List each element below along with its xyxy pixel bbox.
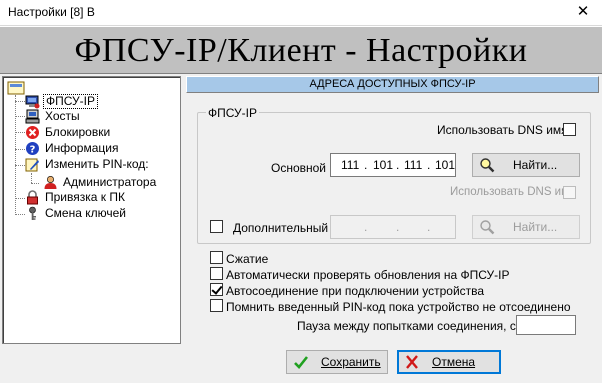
tree-connector [31,183,39,184]
ip-dot: . [396,158,400,172]
tree-connector [15,116,25,117]
auto-connect-label: Автосоединение при подключении устройств… [226,284,485,298]
tree-item-label: Администратора [63,175,157,189]
save-button-label: Сохранить [321,355,381,369]
magnifier-icon [480,158,495,173]
secondary-label: Дополнительный [233,221,329,235]
ip-dot: . [427,220,431,234]
ip-octet: 101 [373,158,394,172]
group-title: ФПСУ-IP [206,106,259,120]
key-icon [29,206,36,220]
panel-header: АДРЕСА ДОСТУПНЫХ ФПСУ-IP [186,76,599,93]
tree-item-label: Информация [45,141,119,155]
tree-connector [31,173,32,183]
settings-tree[interactable]: ФПСУ-IP Хосты Блокировки ? Информация Из… [2,76,181,344]
tree-connector [15,132,25,133]
compression-label: Сжатие [226,252,269,266]
pause-label: Пауза между попытками соединения, сек [297,319,528,333]
tree-item-label: Блокировки [45,125,111,139]
close-icon[interactable]: ✕ [574,3,592,21]
hosts-icon [25,109,40,124]
admin-user-icon [44,175,57,189]
primary-ip-input[interactable]: 111 . 101 . 111 . 101 [330,153,456,177]
find-button-label: Найти... [513,220,558,234]
svg-text:?: ? [30,145,36,156]
tree-connector [15,95,16,215]
pause-input[interactable] [516,315,576,335]
block-icon [26,126,39,139]
secondary-ip-input[interactable]: . . . [330,215,456,239]
auto-connect-checkbox[interactable] [210,283,223,296]
find-button-label: Найти... [513,158,558,172]
ip-octet: 111 [404,158,423,172]
tree-item-label: Изменить PIN-код: [45,157,149,171]
cancel-button-label: Отмена [432,355,476,369]
edit-pin-icon [25,158,39,172]
cancel-button[interactable]: Отмена [397,350,501,374]
ip-octet: 101 [435,158,456,172]
save-button[interactable]: Сохранить [286,350,388,374]
auto-update-checkbox[interactable] [210,267,223,280]
magnifier-icon [480,220,495,235]
tree-item-label: Хосты [45,109,80,123]
tree-connector [15,165,25,166]
computer-icon [25,95,40,109]
primary-label: Основной [271,161,327,175]
cancel-x-icon [406,355,418,369]
app-header: ФПСУ-IP/Клиент - Настройки [0,26,602,74]
use-dns2-label: Использовать DNS имя [450,186,576,198]
window-title: Настройки [8] В [8,5,95,19]
ip-dot: . [364,158,368,172]
title-bar: Настройки [8] В ✕ [0,0,602,26]
remember-pin-checkbox[interactable] [210,299,223,312]
secondary-checkbox[interactable] [210,220,223,233]
use-dns-label: Использовать DNS имя [437,123,568,137]
tree-connector [15,198,25,199]
ip-dot: . [396,220,400,234]
tree-item-label: Привязка к ПК [45,190,125,204]
ip-dot: . [427,158,431,172]
remember-pin-label: Помнить введенный PIN-код пока устройств… [226,300,571,314]
tree-item-label: ФПСУ-IP [43,94,98,109]
ip-dot: . [364,220,368,234]
info-icon: ? [26,142,39,156]
lock-icon [27,190,38,205]
settings-panel: АДРЕСА ДОСТУПНЫХ ФПСУ-IP ФПСУ-IP Использ… [186,76,600,346]
checkmark-icon [294,356,309,369]
tree-item-label: Смена ключей [45,206,126,220]
auto-update-label: Автоматически проверять обновления на ФП… [226,268,510,282]
compression-checkbox[interactable] [210,251,223,264]
tree-connector [15,101,25,102]
settings-root-icon [7,81,25,95]
app-header-title: ФПСУ-IP/Клиент - Настройки [74,32,528,69]
find-secondary-button[interactable]: Найти... [472,215,580,239]
find-primary-button[interactable]: Найти... [472,153,580,177]
use-dns-checkbox[interactable] [563,123,576,136]
tree-connector [15,149,25,150]
use-dns2-checkbox[interactable] [563,186,576,199]
tree-connector [15,214,25,215]
ip-octet: 111 [341,158,360,172]
